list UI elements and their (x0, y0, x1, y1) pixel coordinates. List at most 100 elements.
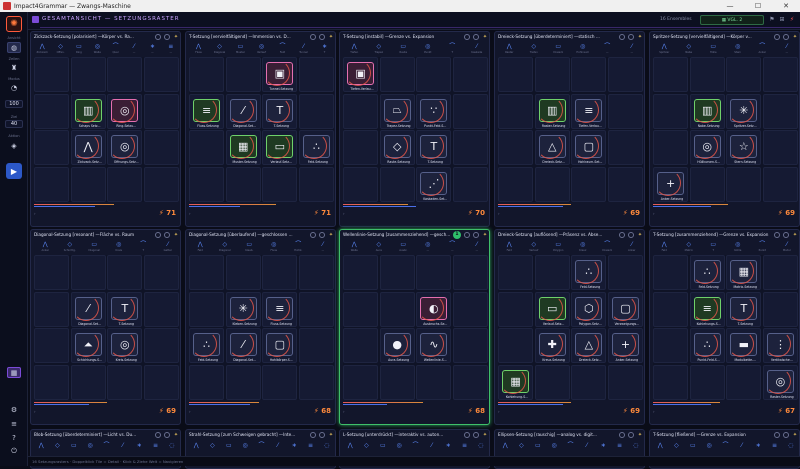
setzung-panel[interactable]: T-Setzung [zusammenziehend] —Grenze vs. … (649, 229, 800, 425)
bulb-icon[interactable]: ✦ (328, 432, 334, 438)
setzung-piece[interactable]: ⁄ (227, 331, 257, 358)
board-cell[interactable] (726, 57, 762, 93)
tool-button[interactable]: ⋀ Zickzack (35, 43, 50, 56)
expand-arrow-icon[interactable]: › (498, 211, 500, 216)
setzung-piece[interactable]: ∴ (573, 258, 603, 284)
setzung-piece[interactable]: + (655, 169, 685, 196)
tool-button[interactable]: ◌ (628, 442, 643, 455)
board-cell[interactable] (343, 93, 379, 129)
board-cell[interactable] (498, 291, 534, 327)
setzung-piece[interactable]: ▥ (536, 96, 566, 123)
board-cell[interactable] (607, 93, 643, 129)
board-cell[interactable] (189, 364, 225, 400)
select-circle-icon[interactable] (310, 432, 316, 438)
tool-button[interactable]: ∗ T (317, 43, 332, 56)
board-cell[interactable] (379, 291, 415, 327)
select-circle-icon[interactable] (774, 432, 780, 438)
board-cell[interactable] (607, 57, 643, 93)
tool-button[interactable]: ⁄ Anker (624, 241, 639, 254)
board-cell[interactable] (34, 364, 70, 400)
expand-arrow-icon[interactable]: › (343, 211, 345, 216)
setzung-piece[interactable]: ▬ (728, 331, 758, 358)
board-cell[interactable]: T T-Setzung (107, 291, 143, 327)
tool-button[interactable]: ⋀ Feld (502, 241, 517, 254)
tool-button[interactable]: ⁄ — (779, 43, 794, 56)
tool-button[interactable]: ◇ Offen. (53, 43, 68, 56)
board-cell[interactable] (534, 166, 570, 202)
board-cell[interactable] (298, 255, 334, 291)
board-cell[interactable]: ▣ Tiefen-Verlau... (343, 57, 379, 93)
tool-button[interactable]: ◇ Tiefen (526, 43, 541, 56)
setzung-piece[interactable]: ⁄ (227, 96, 257, 123)
board-cell[interactable] (70, 364, 106, 400)
board-cell[interactable] (34, 255, 70, 291)
tool-button[interactable]: ▭ (66, 442, 81, 455)
board-cell[interactable]: ⁄ Diagonal-Set... (225, 328, 261, 364)
tool-button[interactable]: ≡ (767, 442, 782, 455)
setzung-panel[interactable]: Diagonal-Setzung [überlaufend] —geschlos… (185, 229, 336, 425)
tool-button[interactable]: ⌒ (254, 442, 269, 455)
board-cell[interactable]: ⁄ Diagonal-Set... (225, 93, 261, 129)
tool-button[interactable]: ◎ (83, 442, 98, 455)
setzung-piece[interactable]: ▭ (536, 294, 566, 321)
tool-button[interactable]: ▭ Muster (233, 43, 248, 56)
setzung-piece[interactable]: ✳ (728, 96, 758, 123)
tool-button[interactable]: ⌒ T (136, 241, 151, 254)
tool-button[interactable]: ⋀ Feld (657, 241, 672, 254)
setzung-piece[interactable]: + (609, 331, 639, 358)
board-cell[interactable] (189, 166, 225, 202)
setzung-piece[interactable]: ◎ (109, 331, 139, 358)
tool-button[interactable]: ◇ (669, 442, 684, 455)
setzung-panel[interactable]: Dreieck-Setzung [auflösend] —Präsenz vs.… (494, 229, 645, 425)
tool-button[interactable]: ◎ (392, 442, 407, 455)
board-cell[interactable] (225, 364, 261, 400)
setzung-panel[interactable]: Diagonal-Setzung [resonant] —Fläche vs. … (30, 229, 181, 425)
target-circle-icon[interactable] (164, 34, 170, 40)
setzung-piece[interactable]: ◐ (418, 294, 448, 321)
setzung-piece[interactable]: T (728, 294, 758, 321)
board-cell[interactable]: ∴ Feld-Setzung (189, 328, 225, 364)
select-circle-icon[interactable] (619, 232, 625, 238)
board-cell[interactable] (726, 166, 762, 202)
board-cell[interactable] (416, 255, 452, 291)
board-cell[interactable]: ◐ Ausbruchs-Se... (416, 291, 452, 327)
board-cell[interactable] (343, 364, 379, 400)
board-cell[interactable] (452, 93, 488, 129)
board-cell[interactable]: ▥ Schaps Setz... (70, 93, 106, 129)
tool-button[interactable]: ⋀ (343, 442, 358, 455)
board-cell[interactable] (143, 93, 179, 129)
tool-button[interactable]: ⁄ (115, 442, 130, 455)
board-cell[interactable] (143, 57, 179, 93)
setzung-piece[interactable]: ▥ (691, 96, 721, 123)
board-cell[interactable] (379, 364, 415, 400)
select-circle-icon[interactable] (310, 232, 316, 238)
tool-button[interactable]: ⁄ Modul (779, 241, 794, 254)
target-circle-icon[interactable] (473, 232, 479, 238)
board-cell[interactable] (534, 57, 570, 93)
tool-button[interactable]: ◇ (50, 442, 65, 455)
board-cell[interactable]: △ Dreieck-Setz... (571, 328, 607, 364)
board-cell[interactable] (571, 166, 607, 202)
board-cell[interactable] (653, 291, 689, 327)
setzung-piece[interactable]: ≡ (264, 294, 294, 321)
board-cell[interactable] (34, 130, 70, 166)
target-circle-icon[interactable] (319, 432, 325, 438)
tool-button[interactable]: ◇ (514, 442, 529, 455)
board-cell[interactable] (762, 57, 798, 93)
setzung-piece[interactable]: ⏶ (72, 331, 102, 358)
cells-button[interactable]: ♜ (7, 62, 21, 73)
board-cell[interactable]: ⋰ Kaskaden-Set... (416, 166, 452, 202)
board-cell[interactable] (298, 291, 334, 327)
board-cell[interactable]: ▥ Raster-Setzung (534, 93, 570, 129)
setzung-piece[interactable]: ∴ (300, 133, 330, 160)
view-mode-button[interactable]: ◍ (7, 42, 21, 53)
bulb-icon[interactable]: ✦ (173, 232, 179, 238)
tool-button[interactable]: ∗ (287, 442, 302, 455)
tool-button[interactable]: ⌒ — (600, 43, 615, 56)
tool-button[interactable]: ∗ (132, 442, 147, 455)
layout-icon[interactable]: ⊞ (778, 16, 786, 24)
tool-button[interactable]: ⁄ Tunnel (296, 43, 311, 56)
setzung-piece[interactable]: △ (573, 331, 603, 358)
board-cell[interactable] (379, 255, 415, 291)
target-circle-icon[interactable] (628, 232, 634, 238)
